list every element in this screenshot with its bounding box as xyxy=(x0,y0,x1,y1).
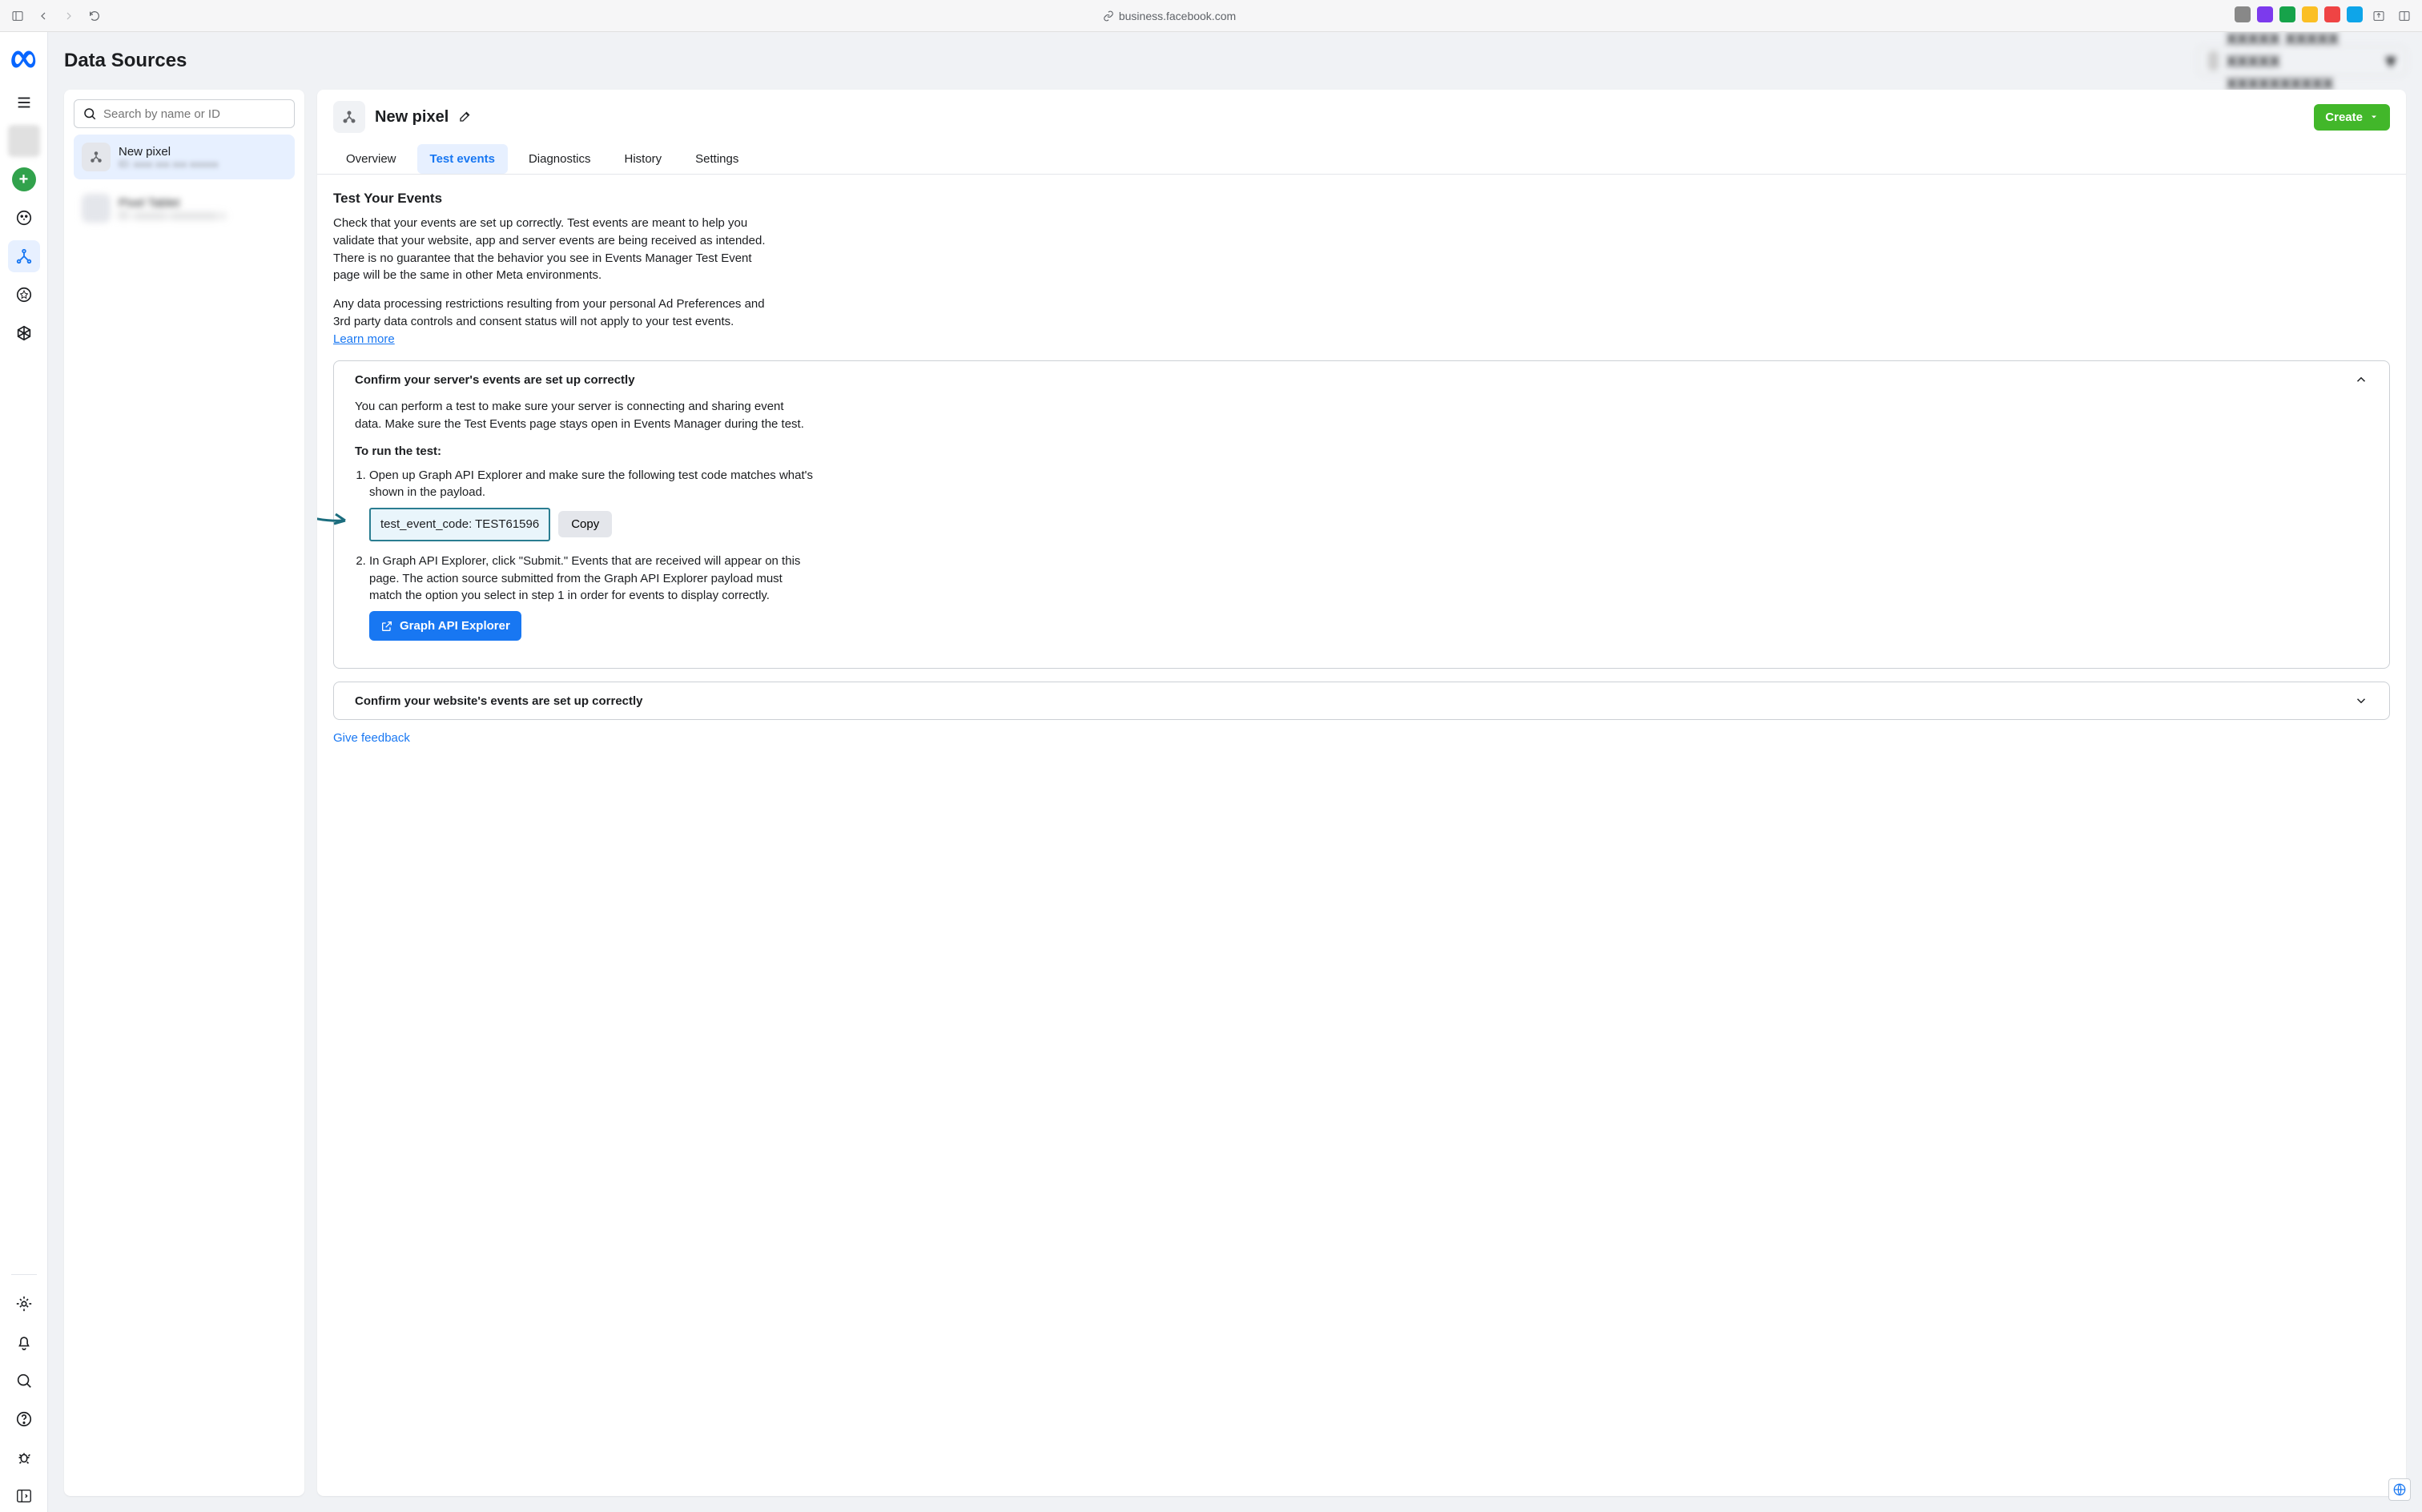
tabs-icon[interactable] xyxy=(2395,6,2414,26)
ext-5-icon[interactable] xyxy=(2324,6,2340,22)
partner-integrations-icon[interactable] xyxy=(8,317,40,349)
tab-test-events[interactable]: Test events xyxy=(417,144,508,174)
meta-logo-icon[interactable] xyxy=(10,45,38,74)
ext-1-icon[interactable] xyxy=(2235,6,2251,22)
page-title: Data Sources xyxy=(64,50,187,72)
list-item-new-pixel[interactable]: New pixel ID: xxxx xxx xxx xxxxxx xyxy=(74,135,295,179)
search-icon[interactable] xyxy=(8,1365,40,1397)
account-selector[interactable]: xxxxx xxxxx xxxxx xxxxxxxxxx ▾ xyxy=(2198,46,2406,75)
url-text: business.facebook.com xyxy=(1119,10,1236,22)
tab-history[interactable]: History xyxy=(612,144,675,174)
search-input[interactable] xyxy=(103,107,286,121)
extensions xyxy=(2235,6,2414,26)
caret-down-icon xyxy=(2369,112,2379,122)
section-p2: Any data processing restrictions resulti… xyxy=(333,297,765,328)
add-button[interactable]: + xyxy=(8,163,40,195)
ext-3-icon[interactable] xyxy=(2279,6,2295,22)
card2-heading: Confirm your website's events are set up… xyxy=(355,694,643,708)
custom-conversions-icon[interactable] xyxy=(8,279,40,311)
create-label: Create xyxy=(2325,111,2363,124)
data-sources-icon[interactable] xyxy=(8,240,40,272)
give-feedback-link[interactable]: Give feedback xyxy=(333,731,2390,745)
pixel-title: New pixel xyxy=(375,108,449,127)
menu-icon[interactable] xyxy=(8,86,40,119)
settings-icon[interactable] xyxy=(8,1288,40,1320)
notifications-icon[interactable] xyxy=(8,1326,40,1358)
step-2: In Graph API Explorer, click "Submit." E… xyxy=(369,554,800,603)
bug-icon[interactable] xyxy=(8,1442,40,1474)
reload-icon[interactable] xyxy=(85,6,104,26)
pixel-icon xyxy=(82,143,111,171)
section-title: Test Your Events xyxy=(333,191,2390,207)
globe-button[interactable] xyxy=(2388,1478,2411,1501)
list-item-id: ID: xxxx xxx xxx xxxxxx xyxy=(119,159,219,170)
tabs: Overview Test events Diagnostics History… xyxy=(317,144,2406,175)
ext-4-icon[interactable] xyxy=(2302,6,2318,22)
list-item-name: New pixel xyxy=(119,145,219,159)
test-event-code: test_event_code: TEST61596 xyxy=(369,508,550,541)
server-events-card: Confirm your server's events are set up … xyxy=(333,360,2390,669)
list-item-2[interactable]: Pixel Tablet ID: xxxxxxx xxxxxxxxxx x xyxy=(74,186,295,231)
card1-intro: You can perform a test to make sure your… xyxy=(355,398,811,433)
tab-diagnostics[interactable]: Diagnostics xyxy=(516,144,604,174)
tab-overview[interactable]: Overview xyxy=(333,144,409,174)
chevron-down-icon xyxy=(2354,694,2368,708)
graph-api-explorer-button[interactable]: Graph API Explorer xyxy=(369,611,521,641)
dashboard-icon[interactable] xyxy=(8,202,40,234)
help-icon[interactable] xyxy=(8,1403,40,1435)
pixel-icon xyxy=(82,194,111,223)
globe-icon xyxy=(2392,1482,2407,1497)
copy-button[interactable]: Copy xyxy=(558,511,612,537)
sidebar-toggle-icon[interactable] xyxy=(8,6,27,26)
list-item-name: Pixel Tablet xyxy=(119,196,225,210)
external-link-icon xyxy=(380,620,393,633)
url-bar[interactable]: business.facebook.com xyxy=(111,10,2228,22)
browser-toolbar: business.facebook.com xyxy=(0,0,2422,32)
search-icon xyxy=(82,107,97,121)
collapse-icon[interactable] xyxy=(8,1480,40,1512)
data-sources-list: New pixel ID: xxxx xxx xxx xxxxxx Pixel … xyxy=(64,90,304,1496)
link-icon xyxy=(1103,10,1114,22)
learn-more-link[interactable]: Learn more xyxy=(333,332,395,346)
search-box[interactable] xyxy=(74,99,295,128)
nav-rail: + xyxy=(0,32,48,1512)
step-1: Open up Graph API Explorer and make sure… xyxy=(369,468,813,500)
detail-panel: New pixel Create Overview Test events Di… xyxy=(317,90,2406,1496)
ext-2-icon[interactable] xyxy=(2257,6,2273,22)
create-button[interactable]: Create xyxy=(2314,104,2390,131)
card1-heading: Confirm your server's events are set up … xyxy=(355,373,635,387)
graph-btn-label: Graph API Explorer xyxy=(400,619,510,633)
share-icon[interactable] xyxy=(2369,6,2388,26)
back-icon[interactable] xyxy=(34,6,53,26)
forward-icon xyxy=(59,6,78,26)
edit-icon[interactable] xyxy=(458,109,473,126)
account-tile[interactable] xyxy=(8,125,40,157)
ext-6-icon[interactable] xyxy=(2347,6,2363,22)
website-events-card: Confirm your website's events are set up… xyxy=(333,682,2390,720)
card1-header[interactable]: Confirm your server's events are set up … xyxy=(334,361,2389,398)
card2-header[interactable]: Confirm your website's events are set up… xyxy=(334,682,2389,719)
chevron-up-icon xyxy=(2354,372,2368,387)
list-item-id: ID: xxxxxxx xxxxxxxxxx x xyxy=(119,210,225,221)
run-test-heading: To run the test: xyxy=(355,443,2368,460)
section-p1: Check that your events are set up correc… xyxy=(333,215,782,284)
pixel-icon xyxy=(333,101,365,133)
tab-settings[interactable]: Settings xyxy=(682,144,751,174)
